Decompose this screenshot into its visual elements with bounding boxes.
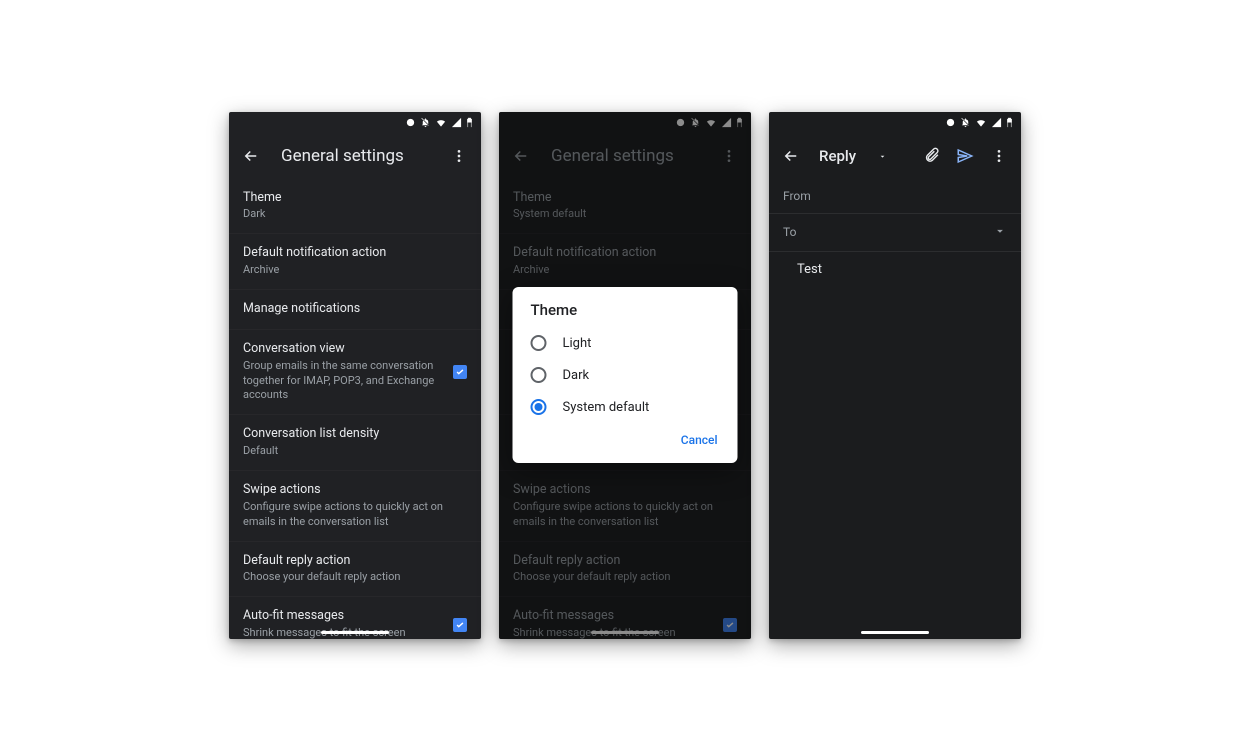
from-label: From bbox=[783, 189, 821, 203]
setting-title: Manage notifications bbox=[243, 301, 467, 318]
status-bar bbox=[769, 112, 1021, 133]
wifi-icon bbox=[975, 117, 987, 128]
setting-item[interactable]: Manage notifications bbox=[229, 290, 481, 330]
screenshot-theme-dialog: General settings ThemeSystem defaultDefa… bbox=[499, 112, 751, 639]
cancel-button[interactable]: Cancel bbox=[673, 429, 726, 451]
theme-option[interactable]: Light bbox=[513, 327, 738, 359]
page-title: General settings bbox=[281, 146, 429, 166]
battery-icon bbox=[466, 117, 473, 128]
notifications-off-icon bbox=[960, 117, 971, 128]
setting-subtitle: Configure swipe actions to quickly act o… bbox=[243, 500, 467, 530]
dropdown-arrow-icon bbox=[878, 147, 887, 165]
send-button[interactable] bbox=[951, 142, 979, 170]
subject-text: Test bbox=[797, 262, 822, 277]
screenshot-compose-reply: Reply From To Test bbox=[769, 112, 1021, 639]
signal-icon bbox=[991, 117, 1002, 128]
overflow-menu[interactable] bbox=[985, 142, 1013, 170]
setting-item[interactable]: Default notification actionArchive bbox=[229, 234, 481, 290]
setting-title: Theme bbox=[243, 190, 467, 207]
theme-option[interactable]: Dark bbox=[513, 359, 738, 391]
setting-item[interactable]: Conversation list densityDefault bbox=[229, 415, 481, 471]
theme-option-label: System default bbox=[563, 400, 650, 415]
settings-list: ThemeDarkDefault notification actionArch… bbox=[229, 179, 481, 639]
setting-subtitle: Archive bbox=[243, 263, 467, 278]
setting-title: Swipe actions bbox=[243, 482, 467, 499]
to-label: To bbox=[783, 225, 821, 239]
theme-dialog: Theme Light Dark System default Cancel bbox=[513, 287, 738, 463]
radio-button[interactable] bbox=[531, 367, 547, 383]
battery-icon bbox=[1006, 117, 1013, 128]
subject-field[interactable]: Test bbox=[769, 252, 1021, 287]
compose-app-bar: Reply bbox=[769, 133, 1021, 179]
from-field[interactable]: From bbox=[769, 179, 1021, 214]
theme-option-label: Dark bbox=[563, 368, 590, 383]
notifications-off-icon bbox=[420, 117, 431, 128]
alarm-icon bbox=[405, 117, 416, 128]
expand-recipients-icon[interactable] bbox=[993, 224, 1007, 241]
nav-handle[interactable] bbox=[861, 631, 929, 634]
setting-item[interactable]: Swipe actionsConfigure swipe actions to … bbox=[229, 471, 481, 542]
radio-button[interactable] bbox=[531, 335, 547, 351]
screenshot-general-settings: General settings ThemeDarkDefault notifi… bbox=[229, 112, 481, 639]
setting-item[interactable]: ThemeDark bbox=[229, 179, 481, 235]
checkbox[interactable] bbox=[453, 618, 467, 632]
setting-title: Default notification action bbox=[243, 245, 467, 262]
dialog-title: Theme bbox=[513, 301, 738, 327]
theme-option[interactable]: System default bbox=[513, 391, 738, 423]
alarm-icon bbox=[945, 117, 956, 128]
setting-item[interactable]: Conversation viewGroup emails in the sam… bbox=[229, 330, 481, 415]
app-bar: General settings bbox=[229, 133, 481, 179]
theme-option-label: Light bbox=[563, 336, 592, 351]
wifi-icon bbox=[435, 117, 447, 128]
signal-icon bbox=[451, 117, 462, 128]
to-field[interactable]: To bbox=[769, 214, 1021, 252]
attach-button[interactable] bbox=[917, 142, 945, 170]
nav-handle[interactable] bbox=[321, 631, 389, 634]
status-bar bbox=[229, 112, 481, 133]
overflow-menu[interactable] bbox=[445, 142, 473, 170]
checkbox[interactable] bbox=[453, 365, 467, 379]
setting-subtitle: Dark bbox=[243, 207, 467, 222]
setting-title: Auto-fit messages bbox=[243, 608, 445, 625]
reply-type-dropdown[interactable]: Reply bbox=[811, 147, 911, 165]
setting-subtitle: Default bbox=[243, 444, 467, 459]
setting-item[interactable]: Default reply actionChoose your default … bbox=[229, 542, 481, 598]
reply-label: Reply bbox=[819, 147, 856, 165]
setting-title: Default reply action bbox=[243, 553, 467, 570]
setting-subtitle: Group emails in the same conversation to… bbox=[243, 359, 445, 404]
setting-subtitle: Choose your default reply action bbox=[243, 570, 467, 585]
back-button[interactable] bbox=[237, 142, 265, 170]
setting-title: Conversation view bbox=[243, 341, 445, 358]
radio-button[interactable] bbox=[531, 399, 547, 415]
dialog-actions: Cancel bbox=[513, 423, 738, 457]
setting-title: Conversation list density bbox=[243, 426, 467, 443]
back-button[interactable] bbox=[777, 142, 805, 170]
